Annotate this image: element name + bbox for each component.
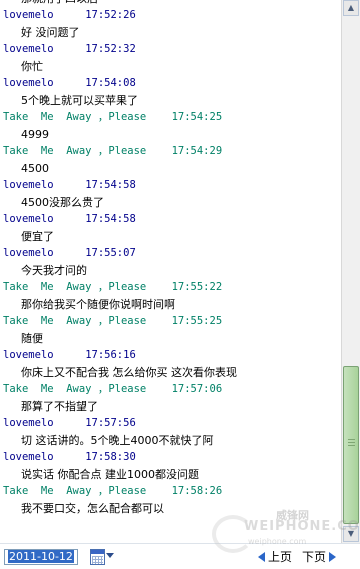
message-time: 17:52:26	[85, 9, 136, 21]
chat-message: lovemelo 17:57:56 切 这话讲的。5个晚上4000不就快了阿	[0, 415, 341, 449]
chat-message: lovemelo 17:54:58 4500没那么贵了	[0, 177, 341, 211]
message-header: Take Me Away ，Please 17:57:06	[0, 381, 341, 398]
chat-message: lovemelo 17:55:07 今天我才问的	[0, 245, 341, 279]
message-sender: Take Me Away ，Please	[3, 383, 147, 395]
message-text: 4500没那么贵了	[21, 196, 104, 209]
message-time: 17:56:16	[85, 349, 136, 361]
message-text: 好 没问题了	[21, 26, 80, 39]
message-time: 17:55:22	[171, 281, 223, 293]
message-sender: lovemelo	[3, 451, 54, 463]
chat-message: lovemelo 17:52:26 好 没问题了	[0, 7, 341, 41]
message-time: 17:58:26	[171, 485, 223, 497]
message-time: 17:52:32	[85, 43, 136, 55]
message-text: 切 这话讲的。5个晚上4000不就快了阿	[21, 434, 214, 447]
left-arrow-icon	[258, 551, 265, 562]
message-sender: lovemelo	[3, 213, 54, 225]
message-header: lovemelo 17:58:30	[0, 449, 341, 466]
scroll-down-arrow-icon[interactable]: ▼	[343, 526, 359, 542]
message-time: 17:55:25	[171, 315, 223, 327]
message-header: Take Me Away ，Please 17:58:26	[0, 483, 341, 500]
message-sender: Take Me Away ，Please	[3, 111, 147, 123]
message-header: lovemelo 17:52:32	[0, 41, 341, 58]
message-text: 4500	[21, 162, 49, 175]
chat-message: lovemelo 17:52:32 你忙	[0, 41, 341, 75]
chat-message: lovemelo 17:58:30 说实话 你配合点 建业1000都没问题	[0, 449, 341, 483]
chat-message: Take Me Away ，Please 17:54:25 4999	[0, 109, 341, 143]
message-time: 17:54:25	[171, 111, 223, 123]
message-time: 17:54:29	[171, 145, 223, 157]
message-text: 你床上又不配合我 怎么给你买 这次看你表现	[21, 366, 237, 379]
message-sender: lovemelo	[3, 9, 54, 21]
message-time: 17:55:07	[85, 247, 136, 259]
message-time: 17:58:30	[85, 451, 136, 463]
message-text: 那你给我买个随便你说啊时间啊	[21, 298, 175, 311]
scroll-grip-line	[348, 442, 355, 443]
message-sender: lovemelo	[3, 43, 54, 55]
message-text: 那就用了四以后	[0, 0, 341, 7]
chat-message: Take Me Away ，Please 17:58:26 我不要口交，怎么配合都…	[0, 483, 341, 517]
message-sender: Take Me Away ，Please	[3, 315, 147, 327]
message-time: 17:57:56	[85, 417, 136, 429]
message-text: 你忙	[21, 60, 43, 73]
message-sender: lovemelo	[3, 349, 54, 361]
message-time: 17:54:08	[85, 77, 136, 89]
message-time: 17:57:06	[171, 383, 223, 395]
chat-message: Take Me Away ，Please 17:54:29 4500	[0, 143, 341, 177]
prev-page-label: 上页	[268, 550, 293, 564]
message-sender: lovemelo	[3, 77, 54, 89]
message-sender: lovemelo	[3, 417, 54, 429]
message-header: lovemelo 17:57:56	[0, 415, 341, 432]
chat-history-panel: 那就用了四以后lovemelo 17:52:26好 没问题了lovemelo 1…	[0, 0, 341, 543]
message-time: 17:54:58	[85, 179, 136, 191]
message-header: lovemelo 17:56:16	[0, 347, 341, 364]
message-sender: Take Me Away ，Please	[3, 281, 147, 293]
message-header: lovemelo 17:52:26	[0, 7, 341, 24]
message-sender: lovemelo	[3, 247, 54, 259]
right-arrow-icon	[329, 551, 337, 562]
history-toolbar: 2011-10-12 上页 下页	[0, 543, 360, 569]
chat-message: lovemelo 17:54:58 便宜了	[0, 211, 341, 245]
date-value: 2011-10-12	[8, 550, 74, 563]
message-header: Take Me Away ，Please 17:55:22	[0, 279, 341, 296]
message-text: 我不要口交，怎么配合都可以	[21, 502, 164, 515]
message-text: 5个晚上就可以买苹果了	[21, 94, 138, 107]
message-text: 便宜了	[21, 230, 54, 243]
vertical-scrollbar[interactable]: ▲ ▼	[341, 0, 360, 543]
chat-message: Take Me Away ，Please 17:55:22 那你给我买个随便你说啊…	[0, 279, 341, 313]
message-time: 17:54:58	[85, 213, 136, 225]
message-text: 今天我才问的	[21, 264, 87, 277]
dropdown-arrow-icon	[106, 553, 114, 558]
message-list: 那就用了四以后lovemelo 17:52:26好 没问题了lovemelo 1…	[0, 0, 341, 517]
message-text: 4999	[21, 128, 49, 141]
message-header: lovemelo 17:55:07	[0, 245, 341, 262]
scroll-grip-line	[348, 439, 355, 440]
message-header: lovemelo 17:54:58	[0, 177, 341, 194]
chat-message: lovemelo 17:56:16 你床上又不配合我 怎么给你买 这次看你表现	[0, 347, 341, 381]
message-header: lovemelo 17:54:58	[0, 211, 341, 228]
prev-page-button[interactable]: 上页	[258, 549, 292, 565]
calendar-picker-button[interactable]	[89, 547, 115, 567]
chat-message: Take Me Away ，Please 17:57:06 那算了不指望了	[0, 381, 341, 415]
message-header: Take Me Away ，Please 17:54:29	[0, 143, 341, 160]
message-header: lovemelo 17:54:08	[0, 75, 341, 92]
message-header: Take Me Away ，Please 17:55:25	[0, 313, 341, 330]
calendar-icon	[90, 549, 105, 565]
next-page-label: 下页	[302, 550, 327, 564]
scroll-up-arrow-icon[interactable]: ▲	[343, 0, 359, 16]
message-header: Take Me Away ，Please 17:54:25	[0, 109, 341, 126]
message-sender: Take Me Away ，Please	[3, 145, 147, 157]
message-sender: lovemelo	[3, 179, 54, 191]
message-text: 随便	[21, 332, 43, 345]
chat-message: 那就用了四以后	[0, 0, 341, 7]
chat-message: lovemelo 17:54:08 5个晚上就可以买苹果了	[0, 75, 341, 109]
message-sender: Take Me Away ，Please	[3, 485, 147, 497]
chat-message: Take Me Away ，Please 17:55:25 随便	[0, 313, 341, 347]
next-page-button[interactable]: 下页	[302, 549, 337, 565]
scroll-grip-line	[348, 445, 355, 446]
message-text: 说实话 你配合点 建业1000都没问题	[21, 468, 199, 481]
date-field[interactable]: 2011-10-12	[4, 549, 78, 565]
message-text: 那算了不指望了	[21, 400, 98, 413]
scroll-thumb[interactable]	[343, 366, 359, 524]
